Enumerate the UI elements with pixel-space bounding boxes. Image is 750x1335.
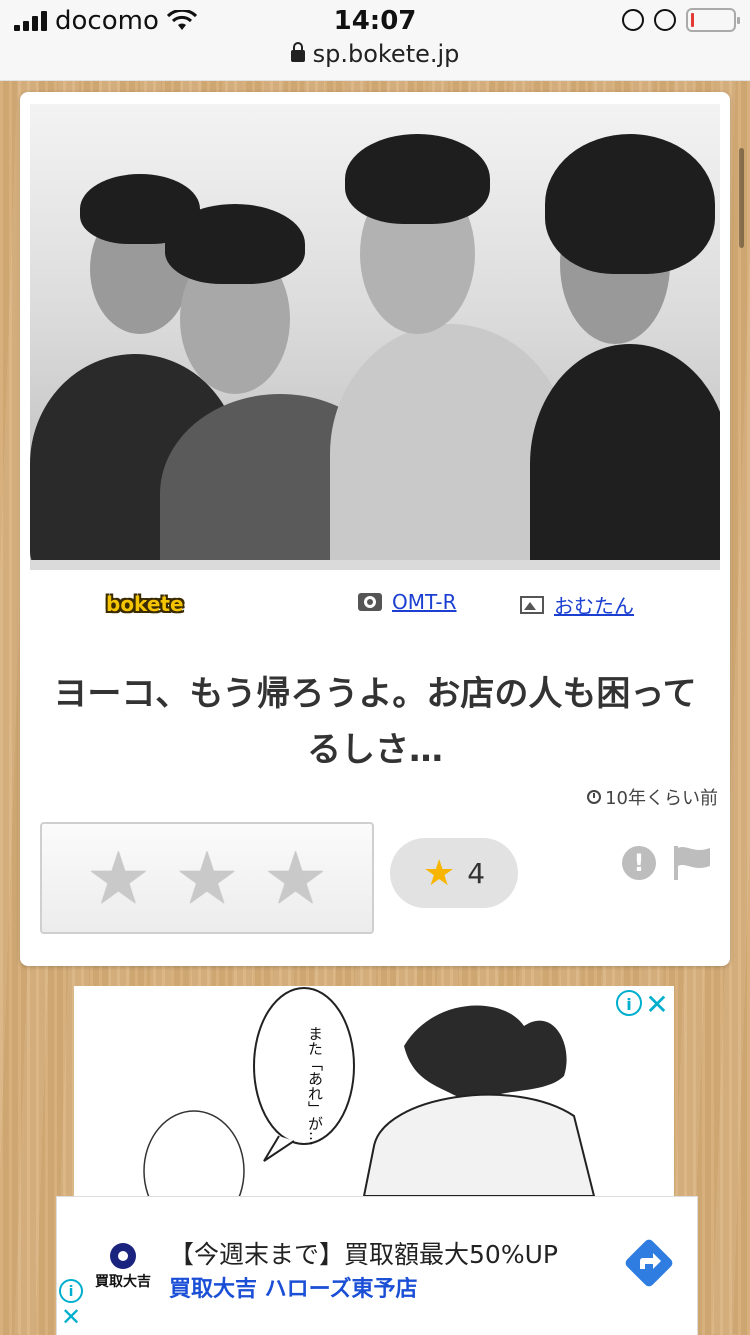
status-right <box>622 8 740 32</box>
banner-title[interactable]: 【今週末まで】買取額最大50%UP <box>169 1235 558 1271</box>
rate-star-1[interactable]: ★ <box>86 842 151 914</box>
post-caption: ヨーコ、もう帰ろうよ。お店の人も困ってるしさ… <box>53 674 697 770</box>
star-count-button[interactable]: ★ 4 <box>390 838 518 908</box>
image-author-credit[interactable]: おむたん <box>520 590 634 619</box>
lock-icon <box>290 42 305 62</box>
brand-logo: 買取大吉 <box>93 1243 153 1291</box>
alarm-icon <box>654 9 676 31</box>
photographer-credit[interactable]: OMT-R <box>358 590 457 614</box>
manga-illustration <box>143 987 596 1196</box>
post-credits: bokete OMT-R おむたん <box>20 588 730 624</box>
photo-divider <box>30 560 720 570</box>
manga-speech: また「あれ」が… <box>306 1026 324 1146</box>
post-timestamp: 10年くらい前 <box>587 784 718 810</box>
banner-subtitle[interactable]: 買取大吉 ハローズ東予店 <box>169 1271 418 1303</box>
time-ago: 10年くらい前 <box>605 788 718 809</box>
url-text: sp.bokete.jp <box>312 40 460 68</box>
scrollbar[interactable] <box>739 148 744 248</box>
clock-icon <box>587 790 602 804</box>
brand-mark-icon <box>110 1243 136 1269</box>
image-icon <box>520 595 544 614</box>
star-icon: ★ <box>422 852 456 894</box>
status-bar: docomo 14:07 sp.bokete.jp <box>0 0 750 81</box>
rate-star-2[interactable]: ★ <box>175 842 240 914</box>
post-card: bokete OMT-R おむたん ヨーコ、もう帰ろうよ。お店の人も困ってるしさ… <box>20 92 730 966</box>
photo-figure <box>530 344 720 560</box>
manga-ad[interactable]: また「あれ」が… i ✕ <box>74 986 674 1196</box>
photo-figure <box>165 204 305 284</box>
bokete-logo[interactable]: bokete <box>106 592 184 616</box>
photographer-link[interactable]: OMT-R <box>392 590 457 614</box>
rotation-lock-icon <box>622 9 644 31</box>
battery-icon <box>686 8 740 32</box>
photo-figure <box>345 134 490 224</box>
rate-star-3[interactable]: ★ <box>263 842 328 914</box>
star-count: 4 <box>467 856 486 890</box>
camera-icon <box>358 593 382 611</box>
url-bar[interactable]: sp.bokete.jp <box>0 40 750 68</box>
banner-ad[interactable]: 買取大吉 【今週末まで】買取額最大50%UP 買取大吉 ハローズ東予店 i ✕ <box>56 1196 698 1335</box>
ad-close-icon[interactable]: ✕ <box>644 988 670 1021</box>
report-icon[interactable]: ! <box>622 846 656 880</box>
banner-info-icon[interactable]: i <box>59 1279 83 1303</box>
image-author-link[interactable]: おむたん <box>554 590 634 619</box>
post-photo[interactable] <box>30 104 720 560</box>
photo-figure <box>545 134 715 274</box>
rating-box: ★ ★ ★ <box>40 822 374 934</box>
ad-info-icon[interactable]: i <box>616 990 642 1016</box>
brand-logo-text: 買取大吉 <box>95 1274 151 1290</box>
flag-icon[interactable] <box>672 846 712 880</box>
directions-arrow-icon[interactable] <box>623 1237 675 1289</box>
banner-close-icon[interactable]: ✕ <box>61 1303 81 1331</box>
